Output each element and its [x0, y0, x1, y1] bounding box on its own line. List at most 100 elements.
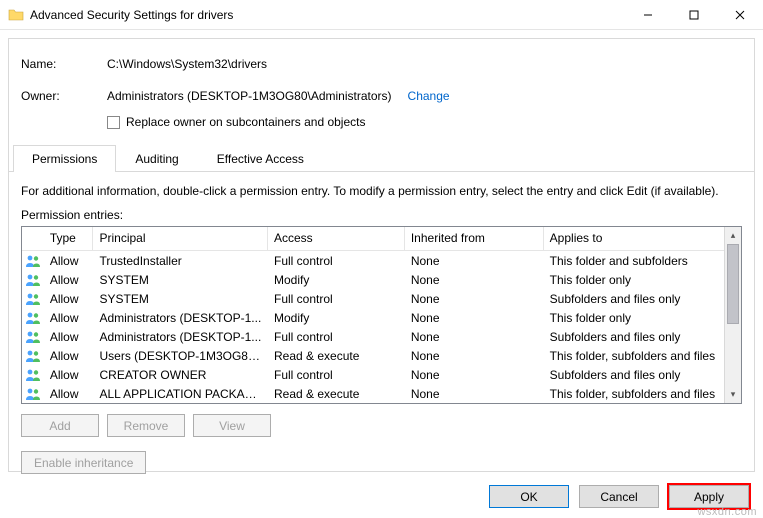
cell-type: Allow	[44, 291, 94, 307]
cell-principal: ALL APPLICATION PACKAGES	[93, 386, 268, 402]
cell-applies: Subfolders and files only	[544, 291, 724, 307]
table-row[interactable]: AllowALL APPLICATION PACKAGESRead & exec…	[22, 384, 724, 403]
owner-value: Administrators (DESKTOP-1M3OG80\Administ…	[107, 89, 392, 103]
principal-icon	[22, 349, 44, 363]
cell-inherited: None	[405, 310, 544, 326]
scroll-up-arrow-icon[interactable]: ▴	[725, 227, 741, 244]
cell-access: Full control	[268, 367, 405, 383]
titlebar: Advanced Security Settings for drivers	[0, 0, 763, 30]
change-owner-link[interactable]: Change	[408, 89, 450, 103]
cell-access: Full control	[268, 291, 405, 307]
cell-principal: SYSTEM	[93, 272, 268, 288]
object-info: Name: C:\Windows\System32\drivers Owner:…	[21, 53, 742, 139]
scroll-down-arrow-icon[interactable]: ▾	[725, 386, 741, 403]
cell-type: Allow	[44, 348, 94, 364]
tab-effective-access[interactable]: Effective Access	[198, 145, 323, 172]
cell-inherited: None	[405, 253, 544, 269]
table-row[interactable]: AllowSYSTEMModifyNoneThis folder only	[22, 270, 724, 289]
watermark: wsxdn.com	[697, 506, 757, 518]
principal-icon	[22, 368, 44, 382]
cell-inherited: None	[405, 386, 544, 402]
name-label: Name:	[21, 57, 107, 71]
cell-type: Allow	[44, 272, 94, 288]
cell-applies: This folder only	[544, 310, 724, 326]
table-row[interactable]: AllowUsers (DESKTOP-1M3OG80\U...Read & e…	[22, 346, 724, 365]
principal-icon	[22, 292, 44, 306]
ok-button[interactable]: OK	[489, 485, 569, 508]
cell-applies: This folder, subfolders and files	[544, 348, 724, 364]
cell-principal: TrustedInstaller	[93, 253, 268, 269]
principal-icon	[22, 330, 44, 344]
table-row[interactable]: AllowAdministrators (DESKTOP-1...Full co…	[22, 327, 724, 346]
minimize-button[interactable]	[625, 0, 671, 29]
apply-button[interactable]: Apply	[669, 485, 749, 508]
cell-access: Full control	[268, 253, 405, 269]
name-value: C:\Windows\System32\drivers	[107, 57, 267, 71]
principal-icon	[22, 387, 44, 401]
cell-inherited: None	[405, 348, 544, 364]
cell-inherited: None	[405, 367, 544, 383]
column-principal[interactable]: Principal	[93, 227, 268, 250]
cell-applies: Subfolders and files only	[544, 329, 724, 345]
permission-entries-label: Permission entries:	[21, 208, 742, 222]
cell-inherited: None	[405, 272, 544, 288]
cell-access: Read & execute	[268, 348, 405, 364]
remove-button[interactable]: Remove	[107, 414, 185, 437]
cancel-button[interactable]: Cancel	[579, 485, 659, 508]
vertical-scrollbar[interactable]: ▴ ▾	[724, 227, 741, 403]
enable-inheritance-button[interactable]: Enable inheritance	[21, 451, 146, 474]
cell-access: Modify	[268, 310, 405, 326]
replace-owner-checkbox[interactable]	[107, 116, 120, 129]
cell-type: Allow	[44, 386, 94, 402]
cell-type: Allow	[44, 329, 94, 345]
cell-principal: Administrators (DESKTOP-1...	[93, 310, 268, 326]
permission-entries-table[interactable]: Type Principal Access Inherited from App…	[21, 226, 742, 404]
principal-icon	[22, 273, 44, 287]
cell-type: Allow	[44, 253, 94, 269]
table-row[interactable]: AllowSYSTEMFull controlNoneSubfolders an…	[22, 289, 724, 308]
folder-icon	[8, 7, 24, 23]
cell-applies: This folder and subfolders	[544, 253, 724, 269]
column-inherited-from[interactable]: Inherited from	[405, 227, 544, 250]
tab-auditing[interactable]: Auditing	[116, 145, 197, 172]
window-controls	[625, 0, 763, 29]
column-access[interactable]: Access	[268, 227, 405, 250]
close-button[interactable]	[717, 0, 763, 29]
cell-applies: This folder only	[544, 272, 724, 288]
table-row[interactable]: AllowTrustedInstallerFull controlNoneThi…	[22, 251, 724, 270]
cell-access: Modify	[268, 272, 405, 288]
principal-icon	[22, 254, 44, 268]
replace-owner-label: Replace owner on subcontainers and objec…	[126, 115, 365, 129]
cell-principal: SYSTEM	[93, 291, 268, 307]
column-applies-to[interactable]: Applies to	[544, 227, 724, 250]
permission-action-buttons: Add Remove View	[21, 414, 742, 437]
cell-access: Read & execute	[268, 386, 405, 402]
table-row[interactable]: AllowAdministrators (DESKTOP-1...ModifyN…	[22, 308, 724, 327]
cell-principal: Administrators (DESKTOP-1...	[93, 329, 268, 345]
add-button[interactable]: Add	[21, 414, 99, 437]
cell-type: Allow	[44, 310, 94, 326]
maximize-button[interactable]	[671, 0, 717, 29]
column-type[interactable]: Type	[44, 227, 94, 250]
tab-permissions[interactable]: Permissions	[13, 145, 116, 172]
cell-type: Allow	[44, 367, 94, 383]
cell-access: Full control	[268, 329, 405, 345]
principal-icon	[22, 311, 44, 325]
window-title: Advanced Security Settings for drivers	[30, 8, 233, 22]
dialog-buttons: OK Cancel Apply	[489, 485, 749, 508]
permissions-help-text: For additional information, double-click…	[21, 184, 742, 198]
content-frame: Name: C:\Windows\System32\drivers Owner:…	[8, 38, 755, 472]
scrollbar-thumb[interactable]	[727, 244, 739, 324]
cell-principal: Users (DESKTOP-1M3OG80\U...	[93, 348, 268, 364]
cell-inherited: None	[405, 291, 544, 307]
cell-inherited: None	[405, 329, 544, 345]
owner-label: Owner:	[21, 89, 107, 103]
table-row[interactable]: AllowCREATOR OWNERFull controlNoneSubfol…	[22, 365, 724, 384]
view-button[interactable]: View	[193, 414, 271, 437]
cell-applies: Subfolders and files only	[544, 367, 724, 383]
tab-body-permissions: For additional information, double-click…	[21, 172, 742, 474]
tab-bar: Permissions Auditing Effective Access	[9, 145, 754, 172]
cell-principal: CREATOR OWNER	[93, 367, 268, 383]
cell-applies: This folder, subfolders and files	[544, 386, 724, 402]
table-header: Type Principal Access Inherited from App…	[22, 227, 724, 251]
